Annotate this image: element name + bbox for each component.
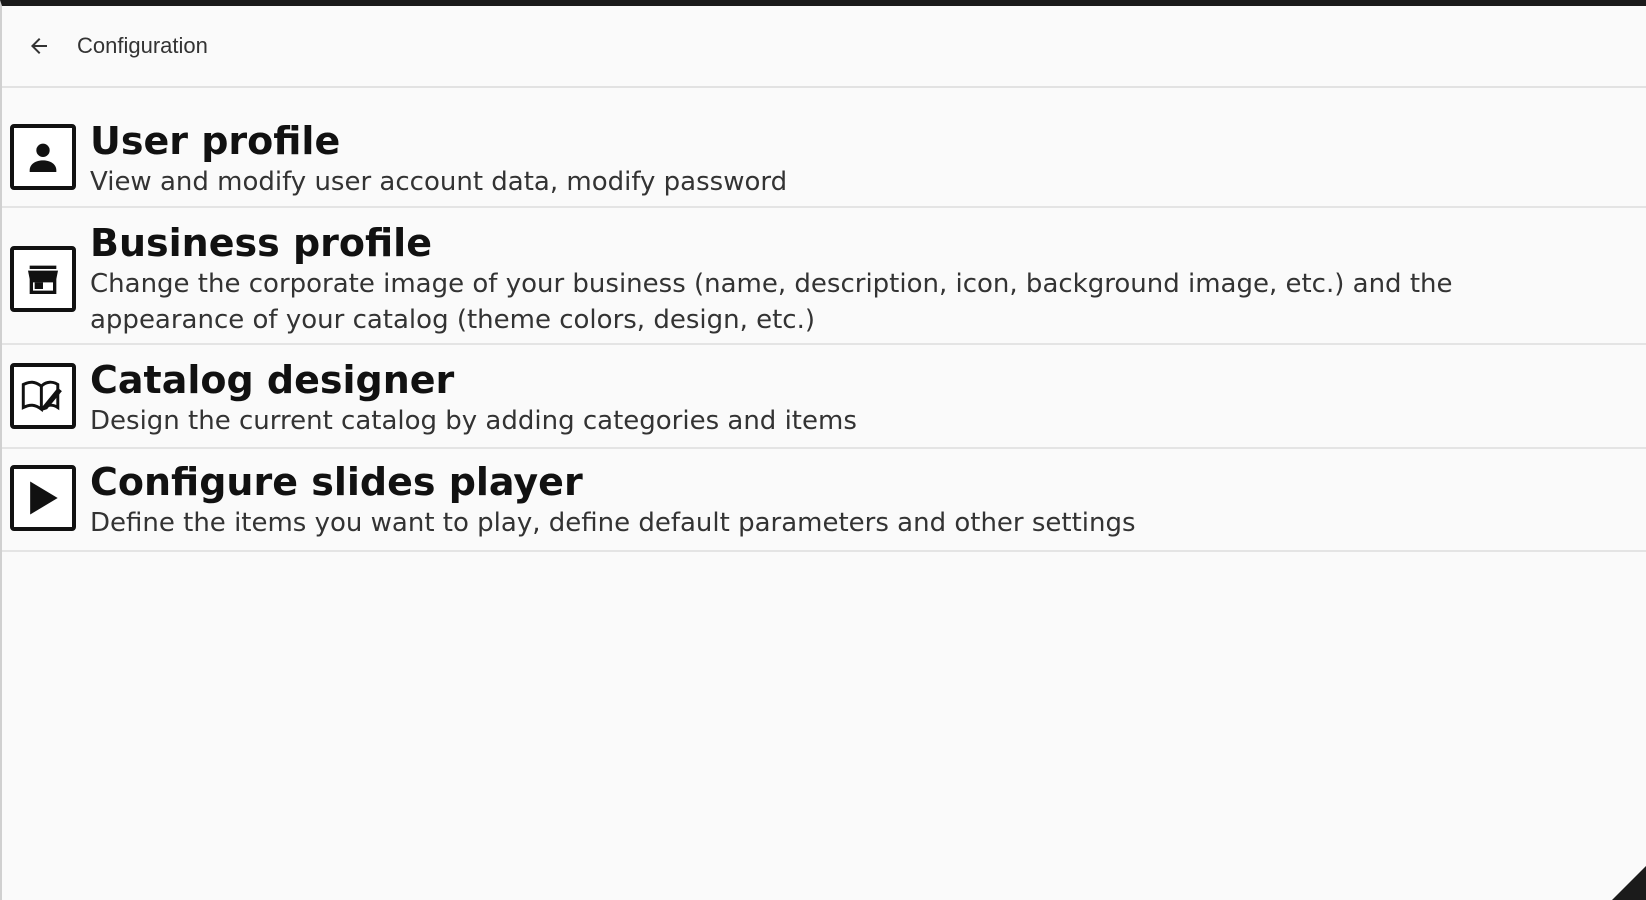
book-edit-icon — [10, 363, 76, 429]
page-title: Configuration — [77, 33, 208, 58]
item-title: Business profile — [90, 221, 432, 265]
app-window: Configuration User profile View and modi… — [0, 0, 1646, 900]
back-button[interactable] — [19, 26, 59, 66]
list-item-business-profile[interactable]: Business profile Change the corporate im… — [2, 208, 1646, 345]
list-item-user-profile[interactable]: User profile View and modify user accoun… — [2, 88, 1646, 208]
toolbar: Configuration — [2, 6, 1646, 88]
item-title: Catalog designer — [90, 358, 455, 402]
list-item-configure-slides-player[interactable]: Configure slides player Define the items… — [2, 449, 1646, 552]
play-icon — [10, 465, 76, 531]
resize-grip-icon[interactable] — [1612, 866, 1646, 900]
item-title: User profile — [90, 119, 341, 163]
item-description: View and modify user account data, modif… — [90, 167, 788, 197]
settings-list: User profile View and modify user accoun… — [2, 88, 1646, 552]
item-description: Change the corporate image of your busin… — [90, 269, 1453, 335]
arrow-back-icon — [31, 38, 47, 54]
item-description: Define the items you want to play, defin… — [90, 508, 1136, 538]
list-item-catalog-designer[interactable]: Catalog designer Design the current cata… — [2, 345, 1646, 449]
user-icon — [10, 124, 76, 190]
item-description: Design the current catalog by adding cat… — [90, 406, 857, 436]
item-title: Configure slides player — [90, 460, 583, 504]
store-icon — [10, 246, 76, 312]
